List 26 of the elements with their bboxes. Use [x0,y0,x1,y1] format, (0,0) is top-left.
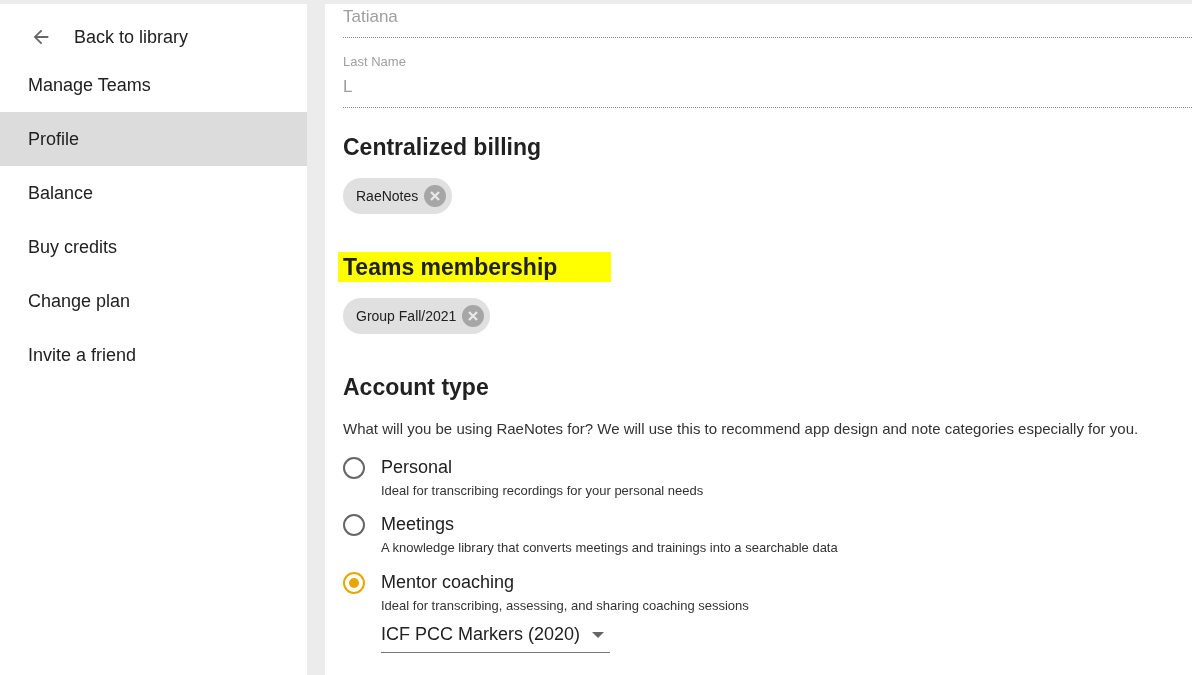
option-label: Mentor coaching [381,570,516,594]
sidebar-item[interactable]: Change plan [0,274,307,328]
option-label: Personal [381,455,454,479]
sidebar-item[interactable]: Invite a friend [0,328,307,382]
radio-button[interactable] [343,514,365,536]
option-hint: A knowledge library that converts meetings and trainings into a searchable data [381,539,838,557]
option-label: Meetings [381,513,456,536]
sidebar-item[interactable]: Profile [0,112,307,166]
account-type-description: What will you be using RaeNotes for? We will use this to recommend app design and note categories especially for you. [343,419,1140,439]
radio-button[interactable] [343,571,365,594]
back-link[interactable]: Back to library [0,16,307,58]
chip[interactable]: RaeNotes [343,178,453,214]
section-heading: Centralized billing [343,133,542,162]
option-hint: Ideal for transcribing, assessing, and sharing coaching sessions [381,596,749,615]
dropdown-caret-icon [592,631,604,638]
chip[interactable]: Group Fall/2021 [343,298,491,334]
remove-icon[interactable] [424,185,447,207]
sidebar-item[interactable]: Balance [0,166,307,220]
sidebar-item[interactable]: Buy credits [0,220,307,274]
option-hint: Ideal for transcribing recordings for your personal needs [381,481,704,500]
sidebar-item[interactable]: Manage Teams [0,58,307,112]
remove-icon[interactable] [462,305,485,327]
radio-button[interactable] [343,456,365,479]
section-heading: Account type [343,373,490,402]
section-heading: Teams membership [338,252,612,282]
marker-set-dropdown[interactable]: ICF PCC Markers (2020) [381,621,610,653]
